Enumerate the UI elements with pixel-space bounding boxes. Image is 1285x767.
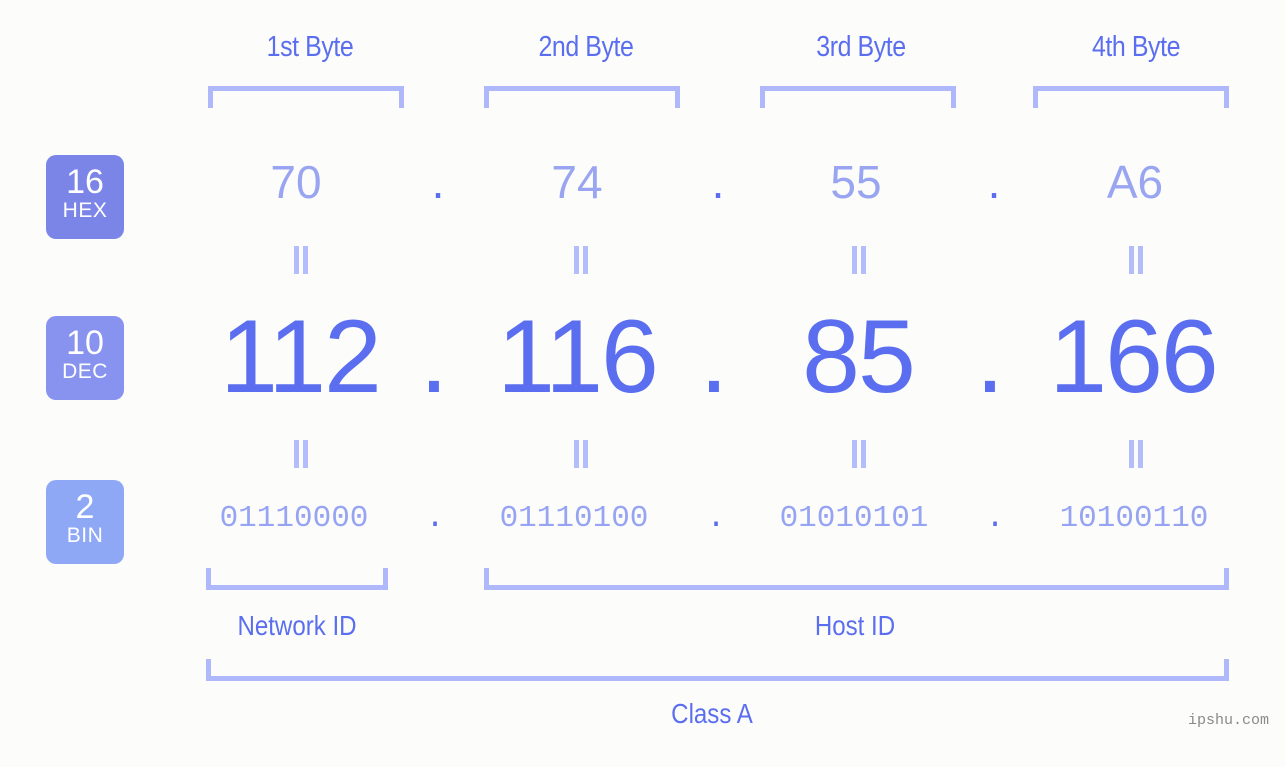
bin-octet-2: 01110100 <box>499 501 649 536</box>
ip-address-diagram: 1st Byte 2nd Byte 3rd Byte 4th Byte 16 H… <box>0 0 1285 767</box>
hex-octet-3: 55 <box>830 156 882 208</box>
hex-octet-2: 74 <box>551 156 603 208</box>
hex-separator-3: . <box>987 156 1001 208</box>
host-id-bracket <box>484 568 1229 590</box>
class-bracket <box>206 659 1229 681</box>
network-id-bracket <box>206 568 388 590</box>
radix-badge-hex-number: 16 <box>66 163 104 201</box>
bin-octet-4: 10100110 <box>1059 501 1209 536</box>
byte-header-3: 3rd Byte <box>816 31 906 63</box>
dec-separator-3: . <box>975 299 1005 415</box>
dec-octet-1: 112 <box>220 299 382 415</box>
hex-octet-1: 70 <box>270 156 322 208</box>
equality-mark-hex-dec-2 <box>571 246 591 274</box>
dec-separator-2: . <box>699 299 729 415</box>
equality-mark-hex-dec-1 <box>291 246 311 274</box>
radix-badge-bin-system: BIN <box>66 524 104 547</box>
equality-mark-dec-bin-1 <box>291 440 311 468</box>
radix-badge-bin-number: 2 <box>75 488 95 526</box>
byte-header-4: 4th Byte <box>1091 31 1181 63</box>
equality-mark-dec-bin-3 <box>849 440 869 468</box>
hex-octet-4: A6 <box>1106 156 1164 208</box>
watermark: ipshu.com <box>1187 712 1269 729</box>
equality-mark-hex-dec-4 <box>1126 246 1146 274</box>
bin-separator-3: . <box>985 501 1005 536</box>
radix-badge-hex-system: HEX <box>62 199 108 222</box>
radix-badge-bin: 2 BIN <box>46 480 124 564</box>
dec-separator-1: . <box>419 299 449 415</box>
dec-octet-2: 116 <box>497 299 659 415</box>
radix-badge-hex: 16 HEX <box>46 155 124 239</box>
byte-bracket-1 <box>208 86 404 108</box>
byte-bracket-2 <box>484 86 680 108</box>
radix-badge-dec-system: DEC <box>62 360 108 383</box>
byte-bracket-3 <box>760 86 956 108</box>
bin-octet-3: 01010101 <box>779 501 929 536</box>
dec-octet-4: 166 <box>1049 299 1219 415</box>
bin-octet-1: 01110000 <box>219 501 369 536</box>
radix-badge-dec: 10 DEC <box>46 316 124 400</box>
host-id-label: Host ID <box>814 610 896 641</box>
byte-header-2: 2nd Byte <box>538 31 634 63</box>
equality-mark-dec-bin-2 <box>571 440 591 468</box>
byte-header-1: 1st Byte <box>266 31 354 63</box>
hex-separator-2: . <box>711 156 725 208</box>
equality-mark-hex-dec-3 <box>849 246 869 274</box>
network-id-label: Network ID <box>237 610 357 641</box>
bin-separator-1: . <box>425 501 445 536</box>
radix-badge-dec-number: 10 <box>66 324 104 362</box>
byte-bracket-4 <box>1033 86 1229 108</box>
equality-mark-dec-bin-4 <box>1126 440 1146 468</box>
hex-separator-1: . <box>431 156 445 208</box>
class-label: Class A <box>671 698 753 729</box>
bin-separator-2: . <box>706 501 726 536</box>
dec-octet-3: 85 <box>802 299 916 415</box>
